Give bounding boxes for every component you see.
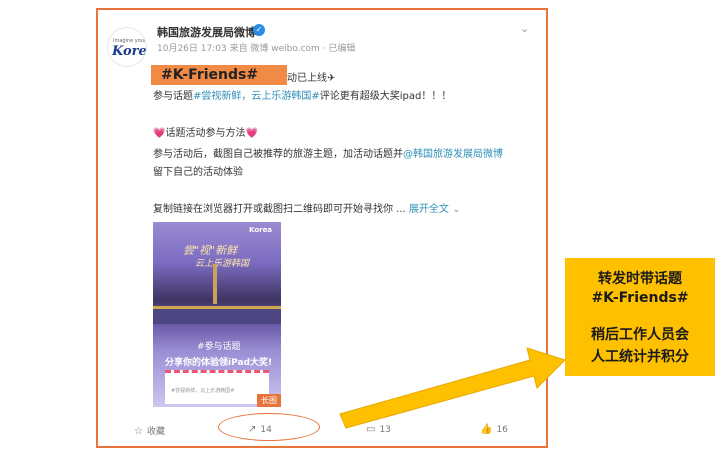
callout-line-2: #K-Friends# xyxy=(591,290,689,306)
callout-arrow xyxy=(339,347,566,429)
arrow-shape xyxy=(339,347,566,429)
callout-line-4: 人工统计并积分 xyxy=(591,349,689,365)
instruction-callout: 转发时带话题 #K-Friends# 稍后工作人员会 人工统计并积分 xyxy=(565,258,715,376)
callout-line-1: 转发时带话题 xyxy=(598,271,682,287)
callout-line-3: 稍后工作人员会 xyxy=(591,327,689,343)
